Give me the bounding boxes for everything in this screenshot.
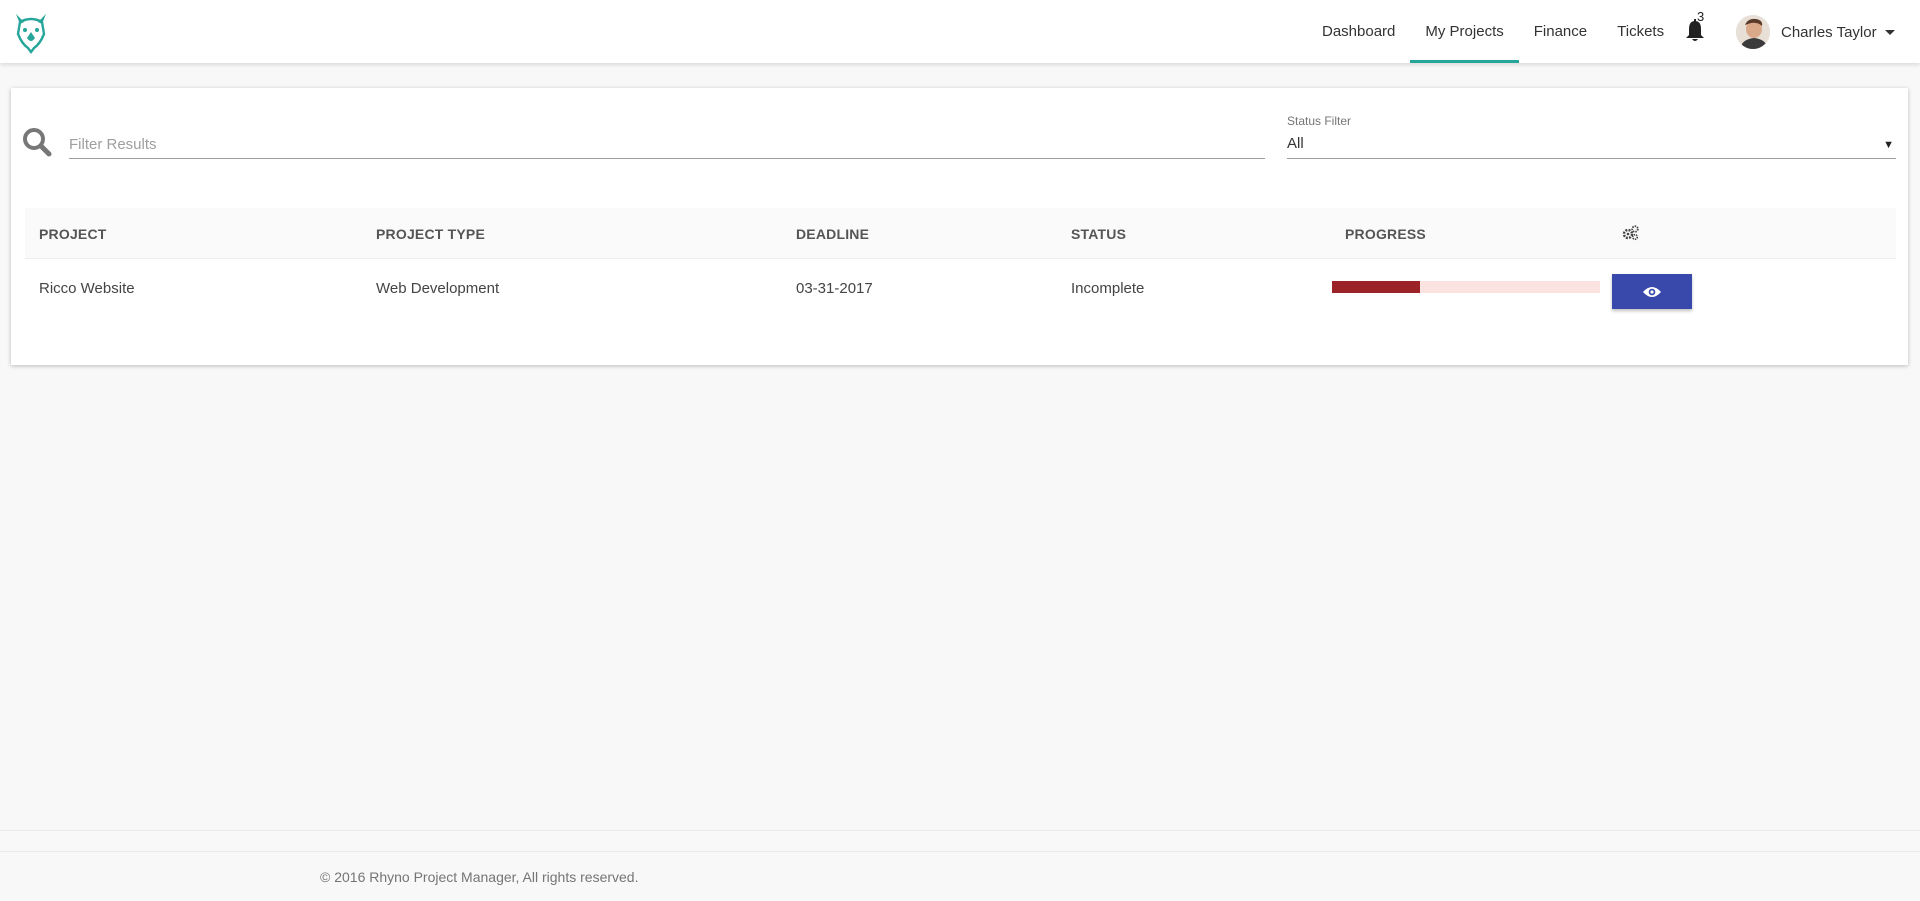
caret-down-icon: ▼ [1883,139,1894,151]
nav-my-projects-label: My Projects [1425,23,1504,40]
filter-results-input[interactable] [69,130,1265,159]
rhino-logo-icon[interactable] [10,10,52,54]
header-deadline[interactable]: DEADLINE [796,226,869,242]
nav-dashboard-label: Dashboard [1322,23,1396,40]
nav-finance[interactable]: Finance [1519,0,1602,63]
status-filter-value: All [1287,135,1304,152]
header-progress[interactable]: PROGRESS [1345,226,1426,242]
eye-icon [1643,286,1661,297]
nav-tickets-label: Tickets [1617,23,1665,40]
gears-icon [1622,225,1639,241]
notification-count-badge: 3 [1697,9,1705,24]
nav-tickets[interactable]: Tickets [1602,0,1679,63]
footer-divider [0,830,1920,831]
cell-project[interactable]: Ricco Website [39,280,135,297]
header-status[interactable]: STATUS [1071,226,1126,242]
top-navbar: Dashboard My Projects Finance Tickets 3 … [0,0,1920,63]
status-filter-label: Status Filter [1287,114,1352,128]
footer-copyright: © 2016 Rhyno Project Manager, All rights… [320,869,639,885]
cell-deadline: 03-31-2017 [796,280,873,297]
main-nav: Dashboard My Projects Finance Tickets [1307,0,1679,63]
search-icon [23,128,52,157]
chevron-down-icon [1884,29,1895,35]
projects-card: Status Filter All ▼ PROJECT PROJECT TYPE… [11,88,1908,365]
avatar [1736,15,1770,49]
progress-bar-fill [1332,281,1421,293]
progress-bar [1332,281,1600,293]
nav-dashboard[interactable]: Dashboard [1307,0,1410,63]
nav-my-projects[interactable]: My Projects [1410,0,1520,63]
view-project-button[interactable] [1612,274,1692,309]
user-name: Charles Taylor [1781,23,1877,41]
header-project-type[interactable]: PROJECT TYPE [376,226,485,242]
footer-divider-2 [0,851,1920,852]
header-project[interactable]: PROJECT [39,226,107,242]
cell-project-type: Web Development [376,280,500,297]
status-filter-select[interactable]: All ▼ [1287,130,1896,159]
user-menu[interactable]: Charles Taylor [1736,14,1895,50]
table-header: PROJECT PROJECT TYPE DEADLINE STATUS PRO… [25,208,1896,259]
nav-finance-label: Finance [1533,23,1588,40]
cell-status: Incomplete [1071,280,1145,297]
